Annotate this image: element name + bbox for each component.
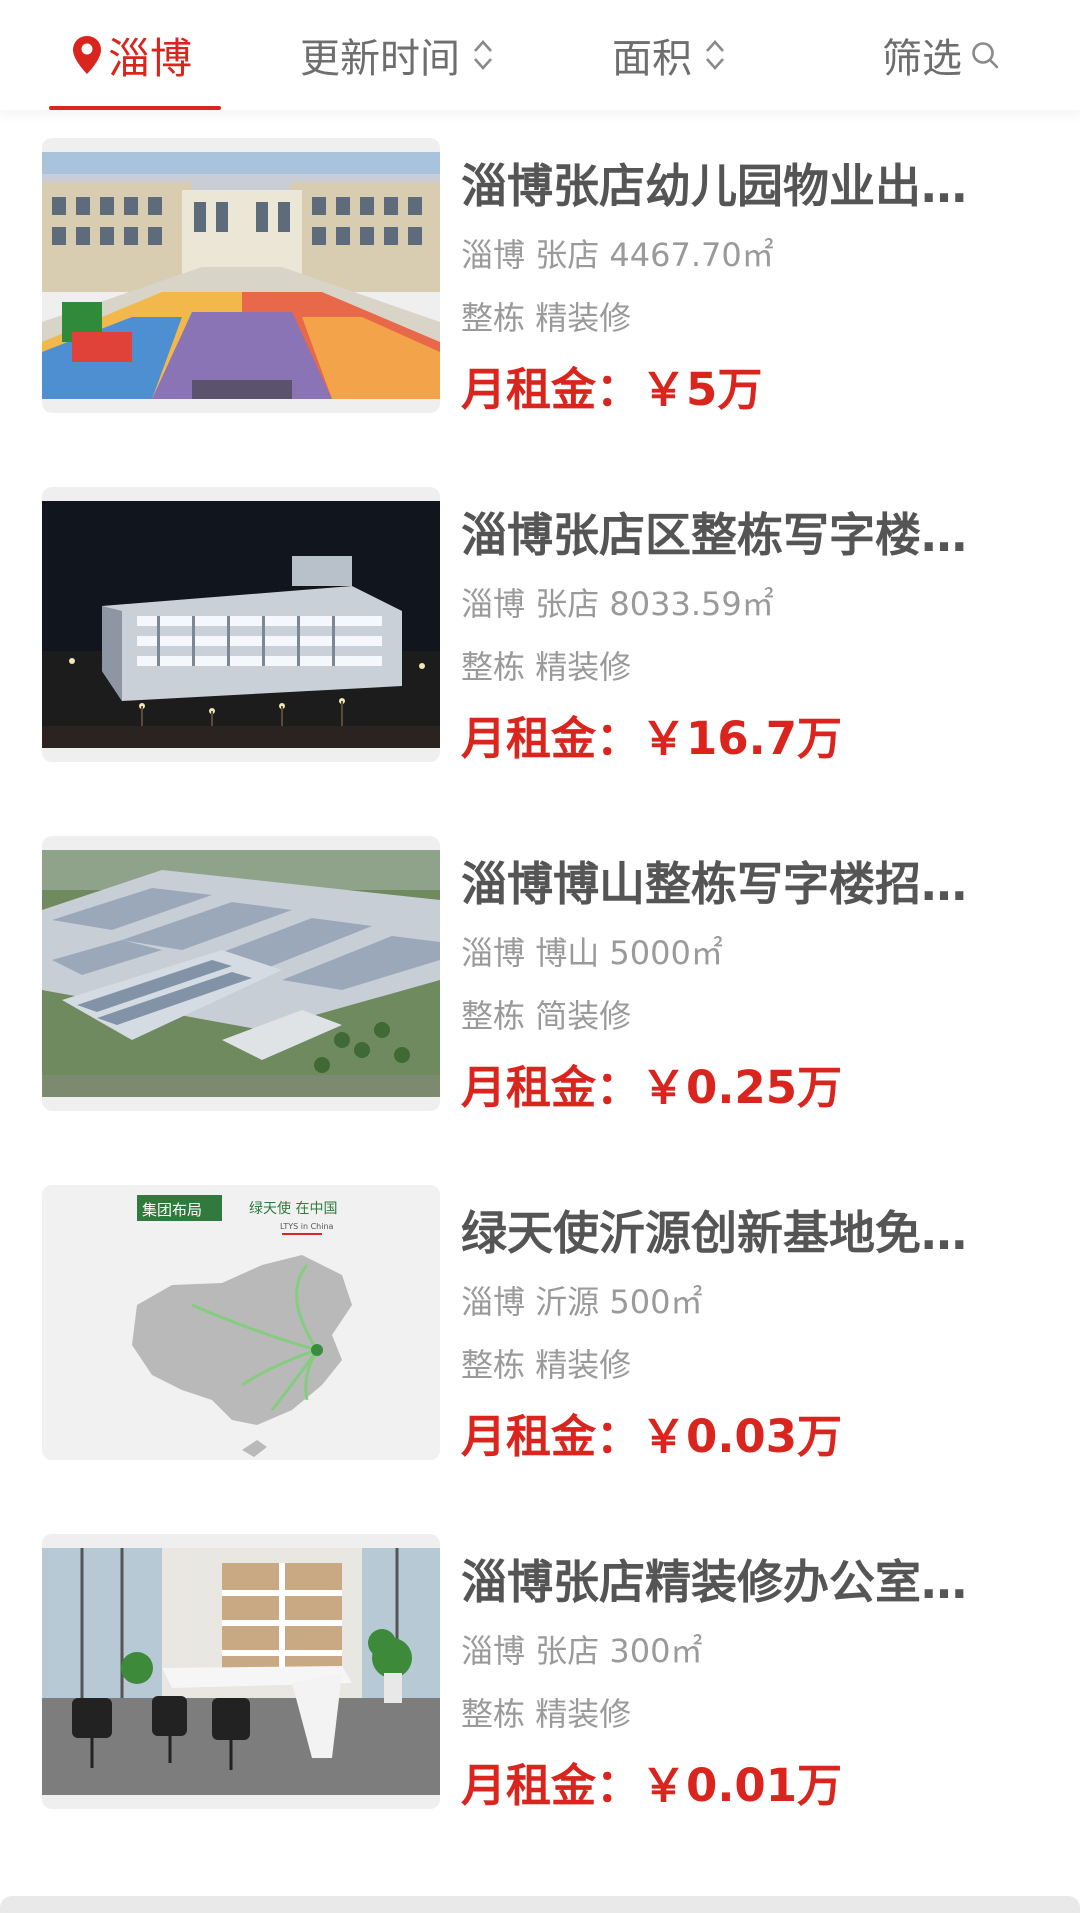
- sort-updown-icon: [704, 37, 726, 73]
- china-map-graphic: 集团布局 绿天使 在中国 LTYS in China: [42, 1185, 440, 1460]
- listing-area: 8033.59㎡: [609, 585, 774, 623]
- listing-item[interactable]: 淄博张店精装修办公室招… 淄博 张店 300㎡ 整栋 精装修 月租金：￥0.01…: [0, 1534, 1080, 1834]
- location-pin-icon: [72, 35, 102, 75]
- listing-title[interactable]: 淄博张店幼儿园物业出租…: [461, 156, 1005, 216]
- listing-area: 500㎡: [609, 1283, 703, 1321]
- listing-structure: 整栋: [461, 648, 526, 686]
- listing-location: 淄博 沂源 500㎡: [461, 1280, 702, 1324]
- listing-area: 300㎡: [609, 1632, 703, 1670]
- listing-decoration: 精装修: [535, 299, 632, 337]
- city-selector[interactable]: 淄博: [72, 0, 192, 110]
- price-value: ￥0.01万: [641, 1759, 843, 1812]
- listing-area: 4467.70㎡: [609, 236, 774, 274]
- listing-decoration: 精装修: [535, 648, 632, 686]
- listing-city: 淄博: [461, 934, 526, 972]
- price-label: 月租金：: [461, 712, 642, 765]
- active-tab-underline: [49, 106, 221, 110]
- listing-title[interactable]: 淄博博山整栋写字楼招租…: [461, 854, 1005, 914]
- listing-decoration: 简装修: [535, 997, 632, 1035]
- listing-thumbnail: [42, 836, 440, 1111]
- listing-thumbnail: [42, 138, 440, 413]
- price-value: ￥0.03万: [641, 1410, 843, 1463]
- listing-tags: 整栋 精装修: [461, 296, 631, 340]
- filter-label: 筛选: [882, 36, 962, 82]
- listing-title[interactable]: 淄博张店精装修办公室招…: [461, 1552, 1005, 1612]
- listing-location: 淄博 张店 8033.59㎡: [461, 582, 774, 626]
- price-label: 月租金：: [461, 1759, 642, 1812]
- price-value: ￥5万: [641, 363, 763, 416]
- listing-district: 博山: [535, 934, 600, 972]
- sort-area-label: 面积: [612, 36, 692, 82]
- listing-item[interactable]: 淄博张店幼儿园物业出租… 淄博 张店 4467.70㎡ 整栋 精装修 月租金：￥…: [0, 138, 1080, 438]
- listing-location: 淄博 张店 4467.70㎡: [461, 233, 774, 277]
- price-label: 月租金：: [461, 1061, 642, 1114]
- map-heading-text: 绿天使 在中国: [249, 1200, 337, 1217]
- listing-thumbnail: [42, 1534, 440, 1809]
- map-badge-text: 集团布局: [142, 1201, 202, 1219]
- filter-bar: 淄博 更新时间 面积 筛选: [0, 0, 1080, 110]
- price-value: ￥0.25万: [641, 1061, 843, 1114]
- listing-title[interactable]: 淄博张店区整栋写字楼出…: [461, 505, 1005, 565]
- listing-district: 张店: [535, 585, 600, 623]
- listing-structure: 整栋: [461, 1695, 526, 1733]
- sort-area[interactable]: 面积: [612, 0, 726, 110]
- listing-city: 淄博: [461, 236, 526, 274]
- listing-item[interactable]: 淄博张店区整栋写字楼出… 淄博 张店 8033.59㎡ 整栋 精装修 月租金：￥…: [0, 487, 1080, 787]
- listing-tags: 整栋 精装修: [461, 1343, 631, 1387]
- city-label: 淄博: [108, 33, 193, 83]
- sort-updown-icon: [472, 37, 494, 73]
- listing-structure: 整栋: [461, 299, 526, 337]
- office-building-night-photo: [42, 501, 440, 748]
- listing-city: 淄博: [461, 585, 526, 623]
- price-value: ￥16.7万: [641, 712, 843, 765]
- listing-location: 淄博 博山 5000㎡: [461, 931, 723, 975]
- listing-area: 5000㎡: [609, 934, 723, 972]
- search-icon: [970, 40, 1000, 70]
- price-label: 月租金：: [461, 363, 642, 416]
- listing-thumbnail: 集团布局 绿天使 在中国 LTYS in China: [42, 1185, 440, 1460]
- listing-location: 淄博 张店 300㎡: [461, 1629, 702, 1673]
- listing-city: 淄博: [461, 1632, 526, 1670]
- listing-tags: 整栋 精装修: [461, 1692, 631, 1736]
- listing-price: 月租金：￥0.03万: [461, 1407, 842, 1467]
- office-interior-photo: [42, 1548, 440, 1795]
- price-label: 月租金：: [461, 1410, 642, 1463]
- listing-price: 月租金：￥0.01万: [461, 1756, 842, 1816]
- listing-structure: 整栋: [461, 997, 526, 1035]
- listing-district: 张店: [535, 236, 600, 274]
- listing-tags: 整栋 简装修: [461, 994, 631, 1038]
- map-sub-text: LTYS in China: [280, 1222, 334, 1231]
- listing-title[interactable]: 绿天使沂源创新基地免租…: [461, 1203, 1005, 1263]
- listing-price: 月租金：￥16.7万: [461, 709, 842, 769]
- listing-price: 月租金：￥5万: [461, 360, 762, 420]
- listing-district: 张店: [535, 1632, 600, 1670]
- listing-city: 淄博: [461, 1283, 526, 1321]
- listing-tags: 整栋 精装修: [461, 645, 631, 689]
- listing-item[interactable]: 淄博博山整栋写字楼招租… 淄博 博山 5000㎡ 整栋 简装修 月租金：￥0.2…: [0, 836, 1080, 1136]
- filter-button[interactable]: 筛选: [882, 0, 1000, 110]
- industrial-park-aerial-photo: [42, 850, 440, 1097]
- listing-page: 淄博 更新时间 面积 筛选 淄博张店幼儿园物业出租… 淄博 张店 4467.70…: [0, 0, 1080, 1913]
- listing-decoration: 精装修: [535, 1695, 632, 1733]
- sort-update-time[interactable]: 更新时间: [300, 0, 494, 110]
- listing-decoration: 精装修: [535, 1346, 632, 1384]
- listing-district: 沂源: [535, 1283, 600, 1321]
- sort-update-time-label: 更新时间: [300, 36, 460, 82]
- listing-thumbnail: [42, 487, 440, 762]
- kindergarten-building-photo: [42, 152, 440, 399]
- listing-item[interactable]: 集团布局 绿天使 在中国 LTYS in China 绿天使沂源创新基地免租… …: [0, 1185, 1080, 1485]
- bottom-sheet-edge: [0, 1896, 1080, 1913]
- listing-price: 月租金：￥0.25万: [461, 1058, 842, 1118]
- listing-structure: 整栋: [461, 1346, 526, 1384]
